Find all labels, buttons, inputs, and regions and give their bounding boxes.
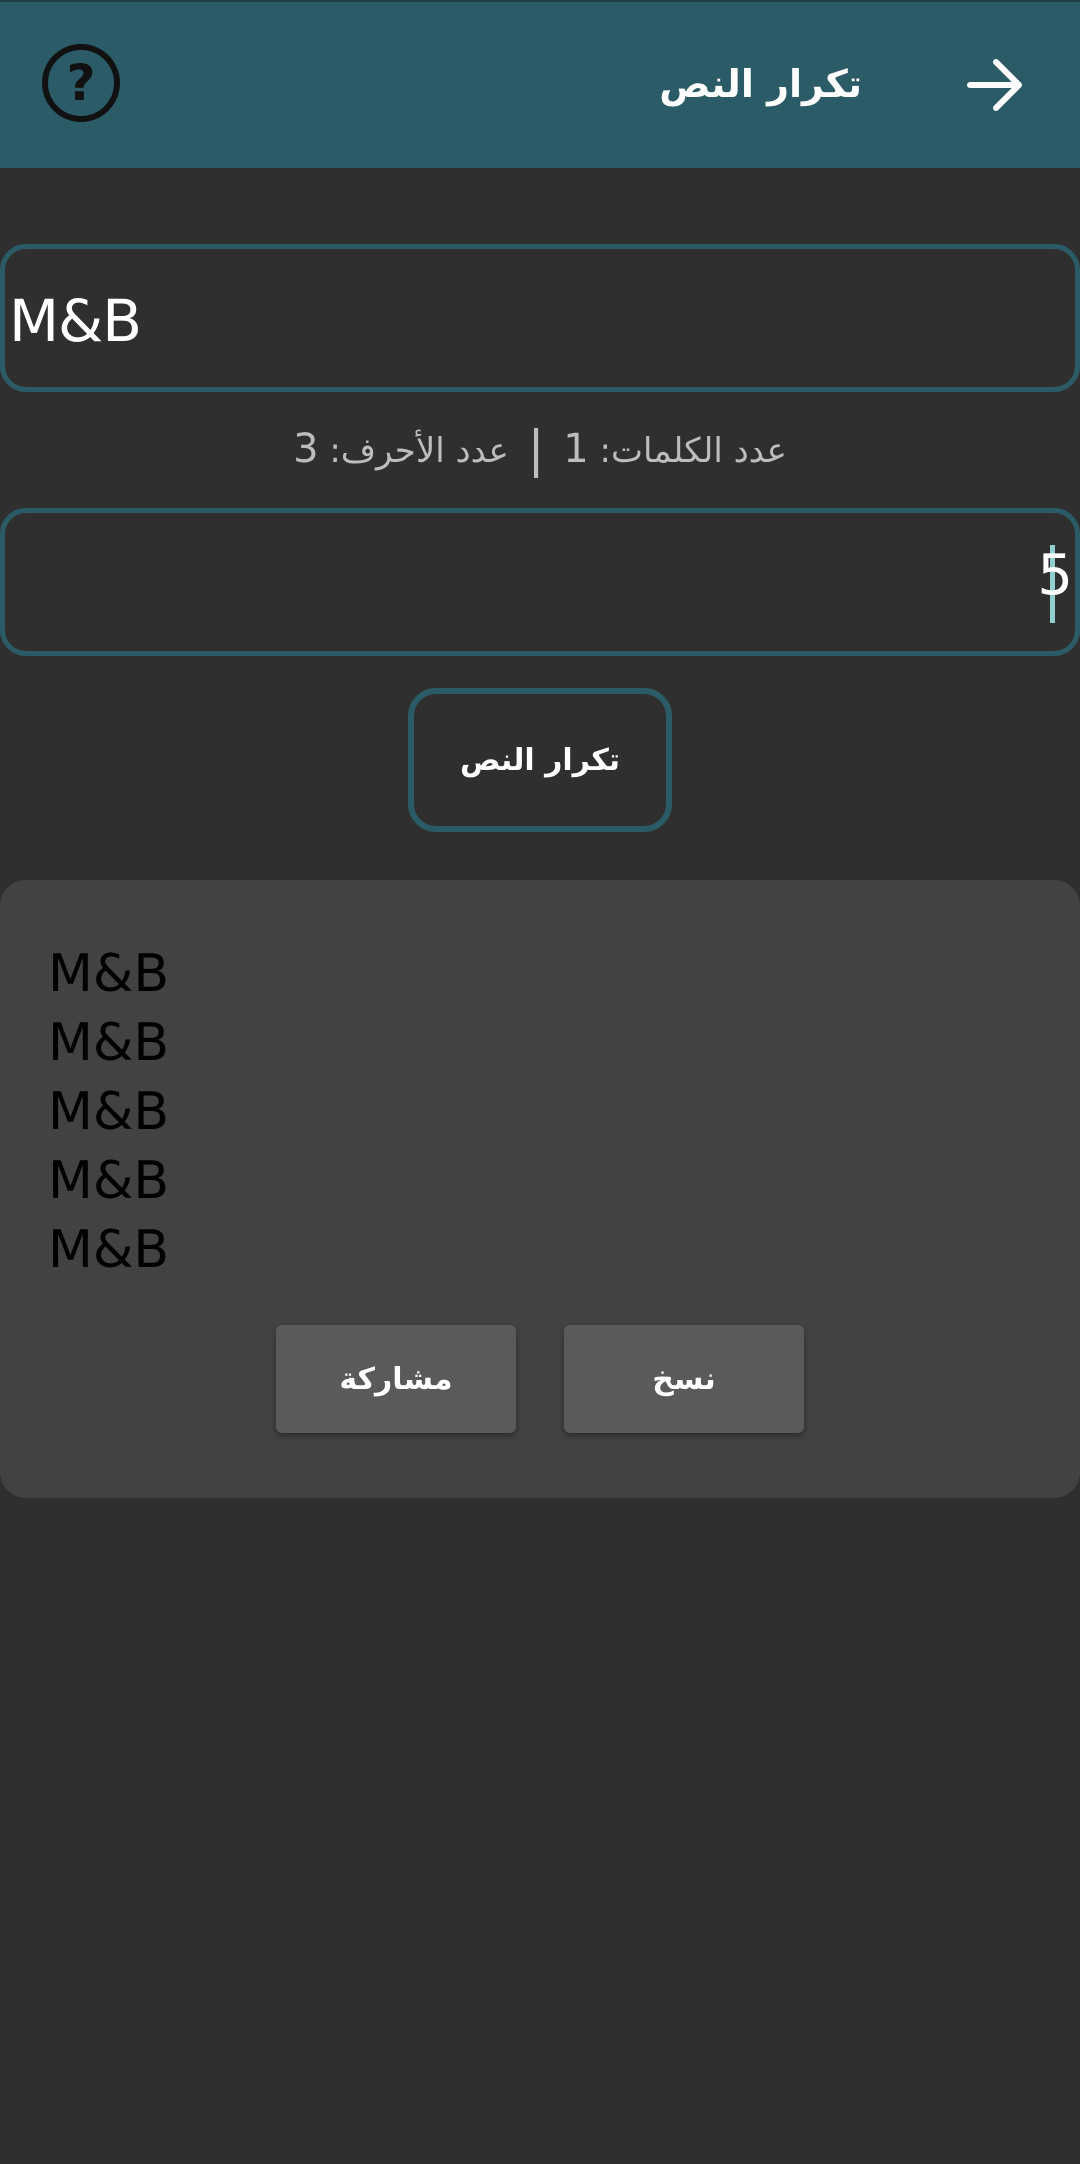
help-icon[interactable]: ? bbox=[42, 44, 120, 122]
text-stats: عدد الكلمات: 1 | عدد الأحرف: 3 bbox=[0, 420, 1080, 478]
text-input-value: M&B bbox=[9, 287, 142, 355]
repeat-text-button[interactable]: تكرار النص bbox=[408, 688, 672, 832]
result-text[interactable]: M&B M&B M&B M&B M&B bbox=[48, 940, 169, 1285]
repeat-count-value: 5 bbox=[1037, 543, 1073, 608]
result-line: M&B bbox=[48, 1082, 170, 1142]
result-line: M&B bbox=[48, 944, 170, 1004]
share-button[interactable]: مشاركة bbox=[276, 1325, 516, 1433]
app-bar: ? تكرار النص bbox=[0, 0, 1080, 168]
result-line: M&B bbox=[48, 1151, 170, 1211]
chars-label: عدد الأحرف: bbox=[329, 431, 509, 471]
text-input[interactable]: M&B bbox=[0, 244, 1080, 392]
words-count: 1 bbox=[563, 426, 589, 472]
words-label: عدد الكلمات: bbox=[599, 431, 787, 471]
copy-button[interactable]: نسخ bbox=[564, 1325, 804, 1433]
arrow-right-icon[interactable] bbox=[964, 54, 1026, 116]
chars-count: 3 bbox=[293, 426, 319, 472]
result-card: M&B M&B M&B M&B M&B مشاركة نسخ bbox=[0, 880, 1080, 1498]
result-line: M&B bbox=[48, 1220, 170, 1280]
repeat-count-input[interactable]: 5 bbox=[0, 508, 1080, 656]
result-line: M&B bbox=[48, 1013, 170, 1073]
page-title: تكرار النص bbox=[659, 62, 862, 106]
stats-separator: | bbox=[527, 420, 545, 478]
